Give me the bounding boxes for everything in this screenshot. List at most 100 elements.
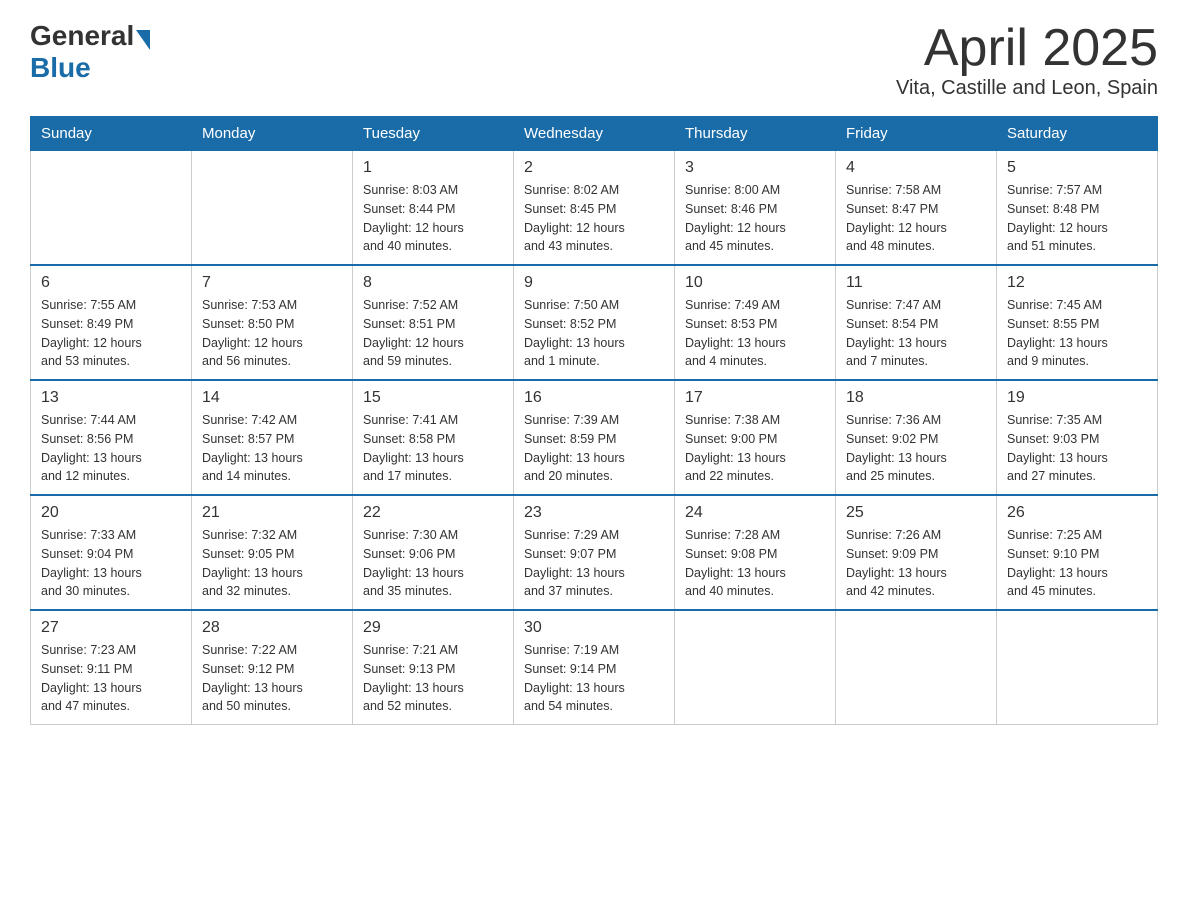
calendar-cell: 24 Sunrise: 7:28 AM Sunset: 9:08 PM Dayli…: [675, 495, 836, 610]
day-info: Sunrise: 7:33 AM Sunset: 9:04 PM Dayligh…: [41, 526, 181, 601]
day-number: 10: [685, 274, 825, 292]
calendar-cell: 3 Sunrise: 8:00 AM Sunset: 8:46 PM Daylig…: [675, 151, 836, 266]
day-info: Sunrise: 7:39 AM Sunset: 8:59 PM Dayligh…: [524, 411, 664, 486]
day-info: Sunrise: 7:58 AM Sunset: 8:47 PM Dayligh…: [846, 181, 986, 256]
calendar-cell: 15 Sunrise: 7:41 AM Sunset: 8:58 PM Dayli…: [353, 380, 514, 495]
calendar-cell: 29 Sunrise: 7:21 AM Sunset: 9:13 PM Dayli…: [353, 610, 514, 725]
calendar-cell: 20 Sunrise: 7:33 AM Sunset: 9:04 PM Dayli…: [31, 495, 192, 610]
day-number: 26: [1007, 504, 1147, 522]
calendar-table: SundayMondayTuesdayWednesdayThursdayFrid…: [30, 116, 1158, 725]
day-number: 21: [202, 504, 342, 522]
day-info: Sunrise: 7:32 AM Sunset: 9:05 PM Dayligh…: [202, 526, 342, 601]
day-number: 17: [685, 389, 825, 407]
day-info: Sunrise: 7:44 AM Sunset: 8:56 PM Dayligh…: [41, 411, 181, 486]
week-row-3: 13Sunrise: 7:44 AM Sunset: 8:56 PM Dayli…: [31, 380, 1158, 495]
day-info: Sunrise: 8:00 AM Sunset: 8:46 PM Dayligh…: [685, 181, 825, 256]
weekday-header-sunday: Sunday: [31, 117, 192, 151]
day-info: Sunrise: 7:21 AM Sunset: 9:13 PM Dayligh…: [363, 641, 503, 716]
weekday-header-tuesday: Tuesday: [353, 117, 514, 151]
day-number: 27: [41, 619, 181, 637]
day-number: 16: [524, 389, 664, 407]
calendar-cell: 27 Sunrise: 7:23 AM Sunset: 9:11 PM Dayli…: [31, 610, 192, 725]
day-info: Sunrise: 7:25 AM Sunset: 9:10 PM Dayligh…: [1007, 526, 1147, 601]
day-number: 6: [41, 274, 181, 292]
day-number: 3: [685, 159, 825, 177]
day-number: 28: [202, 619, 342, 637]
calendar-cell: 19 Sunrise: 7:35 AM Sunset: 9:03 PM Dayli…: [997, 380, 1158, 495]
day-info: Sunrise: 7:36 AM Sunset: 9:02 PM Dayligh…: [846, 411, 986, 486]
day-number: 5: [1007, 159, 1147, 177]
day-info: Sunrise: 7:50 AM Sunset: 8:52 PM Dayligh…: [524, 296, 664, 371]
day-number: 23: [524, 504, 664, 522]
day-info: Sunrise: 7:26 AM Sunset: 9:09 PM Dayligh…: [846, 526, 986, 601]
day-info: Sunrise: 7:52 AM Sunset: 8:51 PM Dayligh…: [363, 296, 503, 371]
day-info: Sunrise: 7:30 AM Sunset: 9:06 PM Dayligh…: [363, 526, 503, 601]
logo-general-text: General: [30, 20, 134, 52]
day-info: Sunrise: 7:29 AM Sunset: 9:07 PM Dayligh…: [524, 526, 664, 601]
calendar-cell: 22 Sunrise: 7:30 AM Sunset: 9:06 PM Dayli…: [353, 495, 514, 610]
calendar-cell: 5 Sunrise: 7:57 AM Sunset: 8:48 PM Daylig…: [997, 151, 1158, 266]
calendar-cell: 11Sunrise: 7:47 AM Sunset: 8:54 PM Dayli…: [836, 265, 997, 380]
calendar-cell: 1 Sunrise: 8:03 AM Sunset: 8:44 PM Daylig…: [353, 151, 514, 266]
day-number: 1: [363, 159, 503, 177]
weekday-header-monday: Monday: [192, 117, 353, 151]
day-info: Sunrise: 7:23 AM Sunset: 9:11 PM Dayligh…: [41, 641, 181, 716]
weekday-header-saturday: Saturday: [997, 117, 1158, 151]
day-number: 29: [363, 619, 503, 637]
day-number: 20: [41, 504, 181, 522]
calendar-cell: 9Sunrise: 7:50 AM Sunset: 8:52 PM Daylig…: [514, 265, 675, 380]
location-title: Vita, Castille and Leon, Spain: [896, 77, 1158, 100]
weekday-header-friday: Friday: [836, 117, 997, 151]
day-info: Sunrise: 7:55 AM Sunset: 8:49 PM Dayligh…: [41, 296, 181, 371]
day-number: 15: [363, 389, 503, 407]
calendar-cell: 14Sunrise: 7:42 AM Sunset: 8:57 PM Dayli…: [192, 380, 353, 495]
week-row-4: 20 Sunrise: 7:33 AM Sunset: 9:04 PM Dayli…: [31, 495, 1158, 610]
calendar-cell: 28Sunrise: 7:22 AM Sunset: 9:12 PM Dayli…: [192, 610, 353, 725]
calendar-cell: 7Sunrise: 7:53 AM Sunset: 8:50 PM Daylig…: [192, 265, 353, 380]
calendar-cell: [675, 610, 836, 725]
header-row: SundayMondayTuesdayWednesdayThursdayFrid…: [31, 117, 1158, 151]
day-number: 22: [363, 504, 503, 522]
day-info: Sunrise: 8:02 AM Sunset: 8:45 PM Dayligh…: [524, 181, 664, 256]
day-info: Sunrise: 7:38 AM Sunset: 9:00 PM Dayligh…: [685, 411, 825, 486]
day-number: 30: [524, 619, 664, 637]
calendar-cell: [997, 610, 1158, 725]
day-info: Sunrise: 7:53 AM Sunset: 8:50 PM Dayligh…: [202, 296, 342, 371]
calendar-cell: 13Sunrise: 7:44 AM Sunset: 8:56 PM Dayli…: [31, 380, 192, 495]
week-row-1: 1 Sunrise: 8:03 AM Sunset: 8:44 PM Daylig…: [31, 151, 1158, 266]
day-number: 14: [202, 389, 342, 407]
calendar-cell: 8 Sunrise: 7:52 AM Sunset: 8:51 PM Daylig…: [353, 265, 514, 380]
logo: General Blue: [30, 20, 152, 84]
weekday-header-wednesday: Wednesday: [514, 117, 675, 151]
month-title: April 2025: [896, 20, 1158, 77]
day-number: 18: [846, 389, 986, 407]
day-number: 4: [846, 159, 986, 177]
logo-blue-text: Blue: [30, 52, 91, 83]
calendar-cell: [836, 610, 997, 725]
week-row-2: 6 Sunrise: 7:55 AM Sunset: 8:49 PM Daylig…: [31, 265, 1158, 380]
title-section: April 2025 Vita, Castille and Leon, Spai…: [896, 20, 1158, 100]
day-number: 2: [524, 159, 664, 177]
day-info: Sunrise: 7:57 AM Sunset: 8:48 PM Dayligh…: [1007, 181, 1147, 256]
calendar-cell: [31, 151, 192, 266]
day-number: 24: [685, 504, 825, 522]
day-info: Sunrise: 7:28 AM Sunset: 9:08 PM Dayligh…: [685, 526, 825, 601]
day-info: Sunrise: 7:41 AM Sunset: 8:58 PM Dayligh…: [363, 411, 503, 486]
day-number: 8: [363, 274, 503, 292]
calendar-cell: 6 Sunrise: 7:55 AM Sunset: 8:49 PM Daylig…: [31, 265, 192, 380]
day-number: 25: [846, 504, 986, 522]
calendar-cell: 12 Sunrise: 7:45 AM Sunset: 8:55 PM Dayli…: [997, 265, 1158, 380]
calendar-cell: 16 Sunrise: 7:39 AM Sunset: 8:59 PM Dayli…: [514, 380, 675, 495]
day-info: Sunrise: 7:35 AM Sunset: 9:03 PM Dayligh…: [1007, 411, 1147, 486]
calendar-cell: 4 Sunrise: 7:58 AM Sunset: 8:47 PM Daylig…: [836, 151, 997, 266]
day-number: 11: [846, 274, 986, 292]
day-info: Sunrise: 8:03 AM Sunset: 8:44 PM Dayligh…: [363, 181, 503, 256]
day-info: Sunrise: 7:19 AM Sunset: 9:14 PM Dayligh…: [524, 641, 664, 716]
calendar-cell: 30 Sunrise: 7:19 AM Sunset: 9:14 PM Dayli…: [514, 610, 675, 725]
day-number: 12: [1007, 274, 1147, 292]
calendar-cell: 17 Sunrise: 7:38 AM Sunset: 9:00 PM Dayli…: [675, 380, 836, 495]
day-number: 19: [1007, 389, 1147, 407]
calendar-cell: [192, 151, 353, 266]
calendar-cell: 2 Sunrise: 8:02 AM Sunset: 8:45 PM Daylig…: [514, 151, 675, 266]
day-info: Sunrise: 7:45 AM Sunset: 8:55 PM Dayligh…: [1007, 296, 1147, 371]
